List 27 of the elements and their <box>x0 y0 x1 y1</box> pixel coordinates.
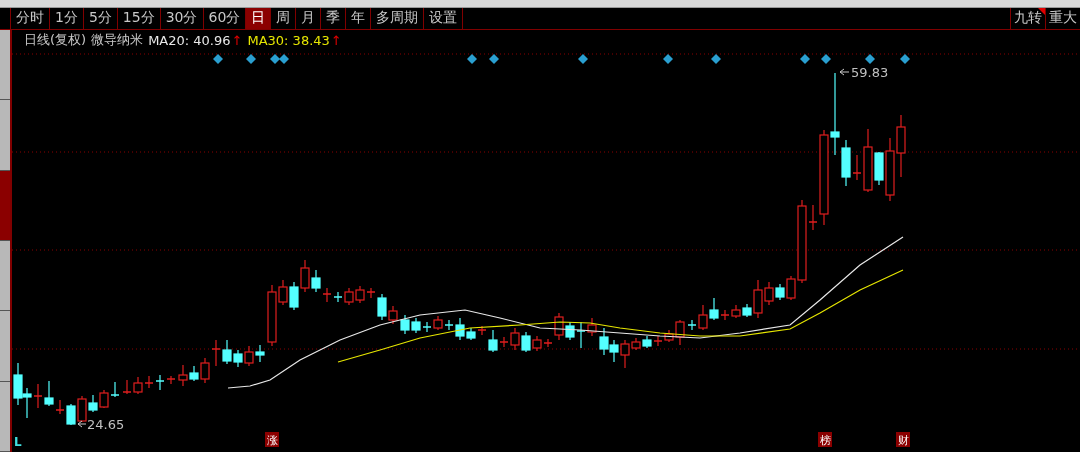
stock-name: 微导纳米 <box>91 31 144 49</box>
period-tab[interactable]: 日 <box>245 7 272 29</box>
diamond-icon <box>467 54 477 64</box>
diamond-icon <box>489 54 499 64</box>
indicator-tab[interactable]: 九转 <box>1010 7 1045 29</box>
diamond-icon <box>800 54 810 64</box>
diamond-icon <box>663 54 673 64</box>
indicator-value: MA30: 38.43 <box>247 32 330 48</box>
adjust-label: 日线(复权) <box>24 31 87 49</box>
diamond-icon <box>213 54 223 64</box>
diamond-icon <box>865 54 875 64</box>
marker-letter: L <box>14 435 22 449</box>
diamond-icon <box>711 54 721 64</box>
event-badge[interactable]: 涨 <box>265 432 279 447</box>
indicator-value: MA20: 40.96 <box>148 32 231 48</box>
diamond-icon <box>246 54 256 64</box>
event-badge[interactable]: 榜 <box>818 432 832 447</box>
trend-arrow: ↑ <box>231 32 243 48</box>
trend-arrow: ↑ <box>330 32 342 48</box>
low-price-callout: 24.65 <box>77 417 125 432</box>
diamond-icon <box>578 54 588 64</box>
side-tab[interactable] <box>0 381 10 452</box>
diamond-icon <box>900 54 910 64</box>
diamond-icon <box>821 54 831 64</box>
event-badge[interactable]: 财 <box>896 432 910 447</box>
high-price-callout: 59.83 <box>839 65 889 80</box>
indicator-tab[interactable]: 重大 <box>1045 7 1080 29</box>
